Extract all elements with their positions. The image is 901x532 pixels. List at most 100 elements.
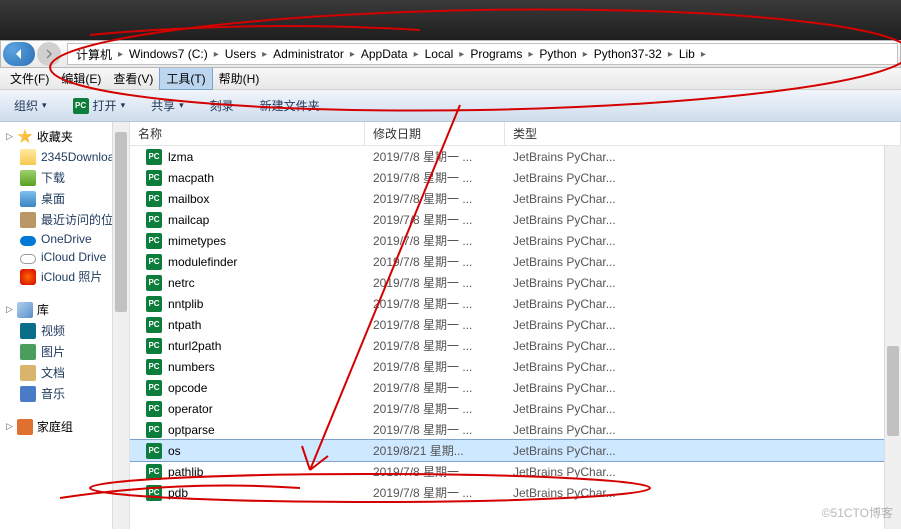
sidebar-item[interactable]: OneDrive — [0, 230, 129, 248]
file-date: 2019/7/8 星期一 ... — [373, 232, 513, 249]
chevron-right-icon[interactable]: ▸ — [581, 49, 590, 60]
file-row[interactable]: PCntpath2019/7/8 星期一 ...JetBrains PyChar… — [130, 314, 901, 335]
chevron-right-icon[interactable]: ▸ — [116, 49, 125, 60]
file-type: JetBrains PyChar... — [513, 192, 901, 206]
file-date: 2019/7/8 星期一 ... — [373, 337, 513, 354]
window-titlebar — [0, 0, 901, 40]
sidebar-item-label: 2345Download — [41, 150, 121, 164]
file-row[interactable]: PCoperator2019/7/8 星期一 ...JetBrains PyCh… — [130, 398, 901, 419]
sidebar-item[interactable]: 视频 — [0, 320, 129, 341]
sidebar-item-label: 视频 — [41, 322, 65, 339]
chevron-right-icon[interactable]: ▸ — [526, 49, 535, 60]
file-type: JetBrains PyChar... — [513, 423, 901, 437]
chevron-right-icon[interactable]: ▸ — [699, 49, 708, 60]
folder-icon — [20, 254, 36, 264]
file-name: netrc — [168, 276, 195, 290]
sidebar-item[interactable]: 文档 — [0, 362, 129, 383]
breadcrumb-segment[interactable]: Administrator — [269, 44, 348, 64]
file-row[interactable]: PCmimetypes2019/7/8 星期一 ...JetBrains PyC… — [130, 230, 901, 251]
folder-icon — [20, 323, 36, 339]
pycharm-file-icon: PC — [146, 149, 162, 165]
file-row[interactable]: PClzma2019/7/8 星期一 ...JetBrains PyChar..… — [130, 146, 901, 167]
chevron-right-icon[interactable]: ▸ — [260, 49, 269, 60]
file-name: mailbox — [168, 192, 209, 206]
file-name: mimetypes — [168, 234, 226, 248]
breadcrumb-segment[interactable]: Users — [221, 44, 260, 64]
file-list[interactable]: PClzma2019/7/8 星期一 ...JetBrains PyChar..… — [130, 146, 901, 529]
file-type: JetBrains PyChar... — [513, 276, 901, 290]
chevron-right-icon[interactable]: ▸ — [212, 49, 221, 60]
menu-edit[interactable]: 编辑(E) — [55, 68, 107, 89]
sidebar-item[interactable]: 图片 — [0, 341, 129, 362]
file-name: pathlib — [168, 465, 203, 479]
burn-button[interactable]: 刻录 — [204, 94, 240, 117]
file-date: 2019/7/8 星期一 ... — [373, 316, 513, 333]
file-row[interactable]: PCoptparse2019/7/8 星期一 ...JetBrains PyCh… — [130, 419, 901, 440]
libraries-header[interactable]: ▷库 — [0, 299, 129, 320]
sidebar-item[interactable]: 音乐 — [0, 383, 129, 404]
sidebar-item-label: 桌面 — [41, 190, 65, 207]
file-row[interactable]: PCnturl2path2019/7/8 星期一 ...JetBrains Py… — [130, 335, 901, 356]
col-name[interactable]: 名称 — [130, 122, 365, 145]
breadcrumb-segment[interactable]: Programs — [466, 44, 526, 64]
breadcrumb-segment[interactable]: Lib — [675, 44, 699, 64]
breadcrumb-segment[interactable]: Python37-32 — [590, 44, 666, 64]
sidebar-item-label: 音乐 — [41, 385, 65, 402]
file-row[interactable]: PCnumbers2019/7/8 星期一 ...JetBrains PyCha… — [130, 356, 901, 377]
menu-view[interactable]: 查看(V) — [107, 68, 159, 89]
file-row[interactable]: PCpdb2019/7/8 星期一 ...JetBrains PyChar... — [130, 482, 901, 503]
homegroup-header[interactable]: ▷家庭组 — [0, 416, 129, 437]
sidebar-item[interactable]: 桌面 — [0, 188, 129, 209]
col-type[interactable]: 类型 — [505, 122, 901, 145]
forward-button[interactable] — [37, 42, 61, 66]
navigation-pane[interactable]: ▷收藏夹 2345Download下载桌面最近访问的位置OneDriveiClo… — [0, 122, 130, 529]
pycharm-file-icon: PC — [146, 338, 162, 354]
pycharm-file-icon: PC — [146, 296, 162, 312]
file-type: JetBrains PyChar... — [513, 213, 901, 227]
sidebar-item[interactable]: 最近访问的位置 — [0, 209, 129, 230]
chevron-right-icon[interactable]: ▸ — [348, 49, 357, 60]
menu-tools[interactable]: 工具(T) — [159, 67, 212, 90]
favorites-header[interactable]: ▷收藏夹 — [0, 126, 129, 147]
chevron-right-icon[interactable]: ▸ — [457, 49, 466, 60]
file-type: JetBrains PyChar... — [513, 381, 901, 395]
sidebar-item[interactable]: iCloud Drive — [0, 248, 129, 266]
column-headers[interactable]: 名称 修改日期 类型 — [130, 122, 901, 146]
breadcrumb[interactable]: 计算机▸Windows7 (C:)▸Users▸Administrator▸Ap… — [67, 43, 898, 65]
breadcrumb-segment[interactable]: 计算机 — [72, 44, 116, 64]
file-row[interactable]: PCmailcap2019/7/8 星期一 ...JetBrains PyCha… — [130, 209, 901, 230]
sidebar-item[interactable]: 2345Download — [0, 147, 129, 167]
open-button[interactable]: PC打开 ▾ — [67, 94, 132, 117]
file-row[interactable]: PCpathlib2019/7/8 星期一 ...JetBrains PyCha… — [130, 461, 901, 482]
file-row[interactable]: PCnntplib2019/7/8 星期一 ...JetBrains PyCha… — [130, 293, 901, 314]
organize-button[interactable]: 组织 ▾ — [8, 94, 53, 117]
sidebar-item[interactable]: 下载 — [0, 167, 129, 188]
file-row[interactable]: PCopcode2019/7/8 星期一 ...JetBrains PyChar… — [130, 377, 901, 398]
new-folder-button[interactable]: 新建文件夹 — [254, 94, 326, 117]
file-date: 2019/7/8 星期一 ... — [373, 148, 513, 165]
file-row[interactable]: PCmailbox2019/7/8 星期一 ...JetBrains PyCha… — [130, 188, 901, 209]
sidebar-scrollbar[interactable] — [112, 122, 129, 529]
col-date[interactable]: 修改日期 — [365, 122, 505, 145]
star-icon — [17, 129, 33, 145]
menu-help[interactable]: 帮助(H) — [213, 68, 266, 89]
file-row[interactable]: PCos2019/8/21 星期...JetBrains PyChar... — [130, 440, 901, 461]
file-type: JetBrains PyChar... — [513, 234, 901, 248]
breadcrumb-segment[interactable]: Python — [535, 44, 580, 64]
breadcrumb-segment[interactable]: Local — [421, 44, 458, 64]
library-icon — [17, 302, 33, 318]
list-scrollbar[interactable] — [884, 146, 901, 529]
share-button[interactable]: 共享 ▾ — [145, 94, 190, 117]
sidebar-item[interactable]: iCloud 照片 — [0, 266, 129, 287]
breadcrumb-segment[interactable]: AppData — [357, 44, 412, 64]
chevron-right-icon[interactable]: ▸ — [412, 49, 421, 60]
file-list-pane: 名称 修改日期 类型 PClzma2019/7/8 星期一 ...JetBrai… — [130, 122, 901, 529]
file-row[interactable]: PCmacpath2019/7/8 星期一 ...JetBrains PyCha… — [130, 167, 901, 188]
chevron-right-icon[interactable]: ▸ — [666, 49, 675, 60]
back-button[interactable] — [3, 42, 35, 66]
menu-file[interactable]: 文件(F) — [4, 68, 55, 89]
file-row[interactable]: PCnetrc2019/7/8 星期一 ...JetBrains PyChar.… — [130, 272, 901, 293]
breadcrumb-segment[interactable]: Windows7 (C:) — [125, 44, 212, 64]
pycharm-file-icon: PC — [146, 464, 162, 480]
file-row[interactable]: PCmodulefinder2019/7/8 星期一 ...JetBrains … — [130, 251, 901, 272]
